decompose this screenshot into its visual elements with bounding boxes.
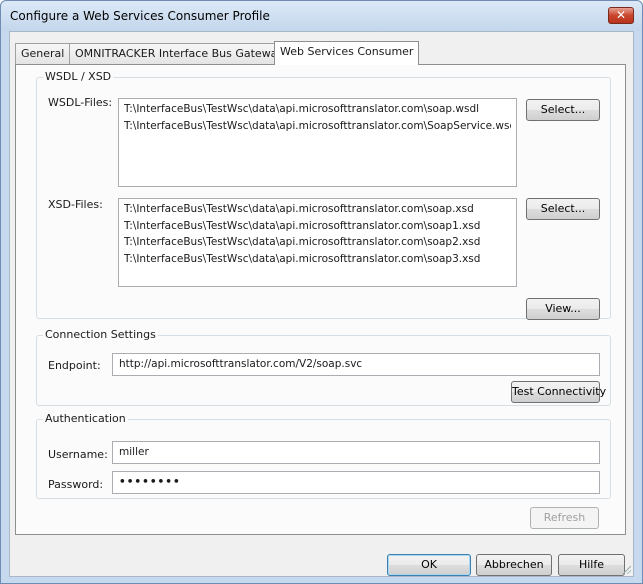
authentication-group-label: Authentication: [43, 412, 128, 425]
endpoint-input[interactable]: http://api.microsofttranslator.com/V2/so…: [112, 353, 600, 376]
list-item[interactable]: T:\InterfaceBus\TestWsc\data\api.microso…: [124, 234, 511, 251]
close-icon: ✕: [615, 8, 627, 22]
list-item[interactable]: T:\InterfaceBus\TestWsc\data\api.microso…: [124, 101, 511, 118]
tab-panel: WSDL / XSD WSDL-Files: T:\InterfaceBus\T…: [15, 64, 626, 535]
tab-web-services-consumer[interactable]: Web Services Consumer: [274, 41, 420, 65]
wsdl-select-button[interactable]: Select...: [526, 99, 600, 121]
dialog-window: Configure a Web Services Consumer Profil…: [0, 0, 643, 584]
password-label: Password:: [48, 478, 104, 491]
xsd-select-button[interactable]: Select...: [526, 198, 600, 220]
connection-settings-group-label: Connection Settings: [43, 328, 158, 341]
xsd-files-list[interactable]: T:\InterfaceBus\TestWsc\data\api.microso…: [118, 198, 517, 287]
view-button[interactable]: View...: [526, 298, 600, 320]
connection-settings-group: Connection Settings Endpoint: http://api…: [36, 328, 611, 406]
wsdl-xsd-group: WSDL / XSD WSDL-Files: T:\InterfaceBus\T…: [36, 70, 611, 320]
wsdl-files-list[interactable]: T:\InterfaceBus\TestWsc\data\api.microso…: [118, 98, 517, 187]
username-input[interactable]: miller: [112, 441, 600, 464]
xsd-files-label: XSD-Files:: [48, 198, 103, 211]
list-item[interactable]: T:\InterfaceBus\TestWsc\data\api.microso…: [124, 201, 511, 218]
window-title: Configure a Web Services Consumer Profil…: [10, 9, 270, 23]
password-input[interactable]: ••••••••: [112, 471, 600, 494]
refresh-button[interactable]: Refresh: [530, 507, 599, 529]
test-connectivity-button[interactable]: Test Connectivity: [511, 381, 606, 403]
close-button[interactable]: ✕: [608, 7, 634, 24]
endpoint-label: Endpoint:: [48, 359, 101, 372]
list-item[interactable]: T:\InterfaceBus\TestWsc\data\api.microso…: [124, 251, 511, 268]
tab-omnitracker-interface-bus-gateway[interactable]: OMNITRACKER Interface Bus Gateway: [69, 43, 290, 64]
list-item[interactable]: T:\InterfaceBus\TestWsc\data\api.microso…: [124, 118, 511, 135]
authentication-group: Authentication Username: miller Password…: [36, 412, 611, 499]
ok-button[interactable]: OK: [387, 554, 471, 576]
dialog-client-area: General OMNITRACKER Interface Bus Gatewa…: [9, 31, 634, 577]
cancel-button[interactable]: Abbrechen: [476, 554, 552, 576]
wsdl-xsd-group-label: WSDL / XSD: [43, 70, 114, 83]
list-item[interactable]: T:\InterfaceBus\TestWsc\data\api.microso…: [124, 218, 511, 235]
wsdl-files-label: WSDL-Files:: [48, 96, 113, 109]
tab-general[interactable]: General: [15, 43, 71, 64]
title-bar[interactable]: Configure a Web Services Consumer Profil…: [1, 1, 642, 31]
help-button[interactable]: Hilfe: [558, 554, 625, 576]
username-label: Username:: [48, 448, 108, 461]
